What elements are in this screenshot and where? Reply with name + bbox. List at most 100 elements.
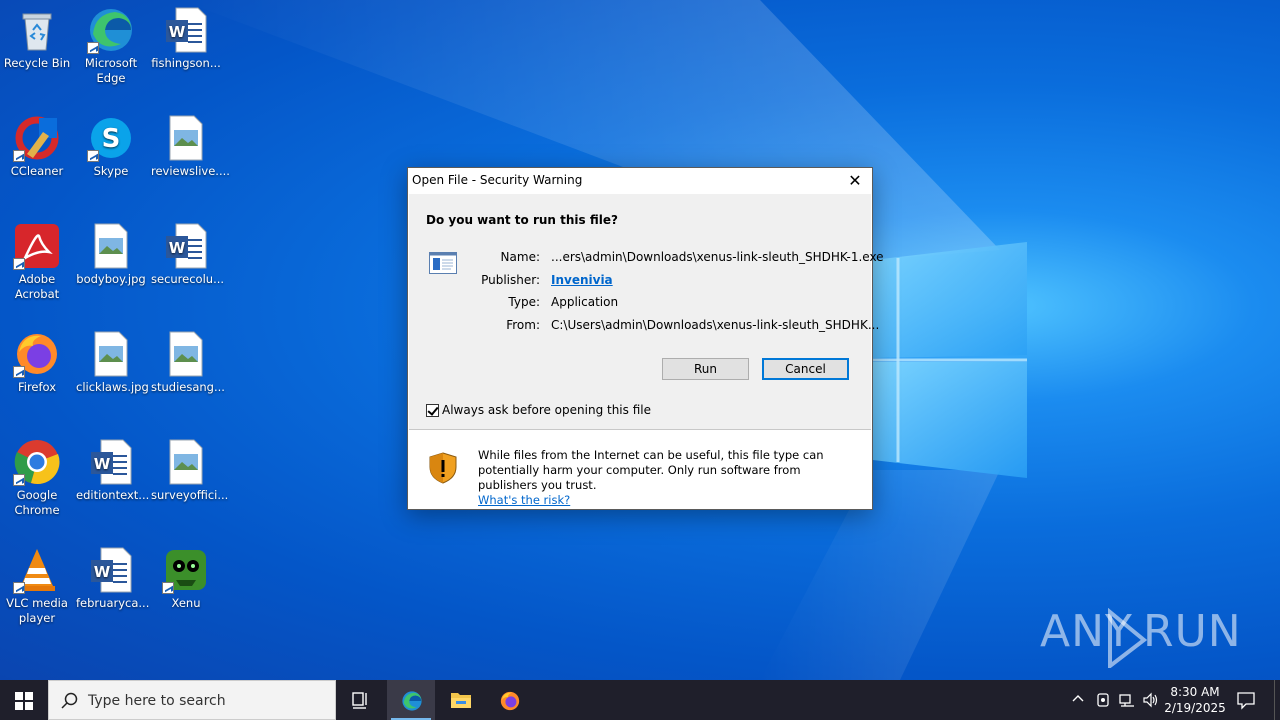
image-file-icon [169, 439, 203, 485]
shortcut-arrow-icon [13, 150, 25, 162]
desktop-icon-label: Microsoft Edge [84, 56, 138, 85]
notification-center-icon[interactable] [1236, 690, 1256, 710]
volume-button[interactable] [1143, 692, 1159, 712]
search-placeholder: Type here to search [88, 693, 226, 709]
desktop-icon-studiesang[interactable]: studiesang... [149, 326, 225, 395]
svg-text:W: W [94, 563, 111, 581]
shortcut-arrow-icon [13, 258, 25, 270]
desktop-icon-clicklaws[interactable]: clicklaws.jpg [74, 326, 149, 395]
close-button[interactable]: ✕ [838, 168, 872, 194]
taskbar-edge-button[interactable] [387, 680, 435, 720]
desktop-icon-adobe-acrobat[interactable]: Adobe Acrobat [0, 218, 74, 302]
dialog-content: Do you want to run this file? Name: ...e… [409, 194, 884, 429]
svg-text:S: S [102, 124, 121, 154]
desktop-icon-label: Recycle Bin [3, 56, 71, 70]
shortcut-arrow-icon [13, 366, 25, 378]
file-name-row: Name: ...ers\admin\Downloads\xenus-link-… [409, 250, 884, 268]
play-logo-icon [1108, 608, 1148, 668]
warning-panel: While files from the Internet can be use… [409, 430, 871, 509]
run-button[interactable]: Run [662, 358, 749, 380]
desktop-icon-label: studiesang... [151, 380, 225, 394]
desktop-icon-reviewslive[interactable]: reviewslive.... [149, 110, 230, 179]
publisher-row: Publisher: Invenivia [409, 273, 871, 291]
show-hidden-icons-button[interactable] [1071, 692, 1085, 710]
desktop-icon-label: Firefox [17, 380, 57, 394]
image-file-icon [169, 331, 203, 377]
publisher-link[interactable]: Invenivia [551, 273, 613, 287]
svg-text:W: W [94, 455, 111, 473]
from-value: C:\Users\admin\Downloads\xenus-link-sleu… [551, 318, 880, 332]
chevron-up-icon [1072, 695, 1084, 702]
image-file-icon [94, 223, 128, 269]
desktop-icon-label: surveyoffici... [151, 488, 229, 502]
taskbar-clock[interactable]: 8:30 AM 2/19/2025 [1160, 684, 1230, 716]
checkbox-checked-icon[interactable] [426, 404, 439, 417]
desktop-icon-label: februaryca... [76, 596, 150, 610]
security-shield-icon [429, 452, 457, 484]
desktop-icon-ccleaner[interactable]: CCleaner [0, 110, 74, 179]
desktop-icon-editiontext[interactable]: W editiontext... [74, 434, 150, 503]
shortcut-arrow-icon [13, 582, 25, 594]
edge-icon [402, 691, 422, 711]
whats-the-risk-link[interactable]: What's the risk? [478, 493, 570, 507]
tray-app-button[interactable] [1095, 692, 1111, 712]
svg-text:W: W [169, 23, 186, 41]
desktop-icon-google-chrome[interactable]: Google Chrome [0, 434, 74, 518]
desktop-icon-label: bodyboy.jpg [76, 272, 146, 286]
word-document-icon: W [166, 7, 207, 53]
from-label: From: [506, 318, 540, 332]
desktop-icon-fishingson[interactable]: W fishingson... [149, 2, 223, 71]
taskbar: Type here to search 8:30 AM 2/19/2025 [0, 680, 1280, 720]
network-icon [1119, 694, 1134, 707]
image-file-icon [169, 115, 203, 161]
desktop-icon-label: reviewslive.... [151, 164, 230, 178]
volume-icon [1143, 692, 1158, 708]
desktop-icon-vlc[interactable]: VLC media player [0, 542, 74, 626]
dialog-question: Do you want to run this file? [426, 213, 618, 227]
shortcut-arrow-icon [87, 150, 99, 162]
dialog-titlebar[interactable]: Open File - Security Warning ✕ [408, 168, 872, 194]
svg-text:W: W [169, 239, 186, 257]
taskbar-firefox-button[interactable] [485, 680, 533, 720]
word-document-icon: W [91, 547, 132, 593]
type-label: Type: [508, 295, 540, 309]
device-icon [1097, 693, 1109, 707]
desktop-icon-februaryca[interactable]: W februaryca... [74, 542, 150, 611]
shortcut-arrow-icon [87, 42, 99, 54]
task-view-button[interactable] [336, 680, 384, 720]
from-row: From: C:\Users\admin\Downloads\xenus-lin… [409, 318, 879, 336]
watermark-run-text: RUN [1143, 606, 1242, 657]
publisher-label: Publisher: [481, 273, 540, 287]
desktop-icon-label: CCleaner [10, 164, 64, 178]
type-row: Type: Application [409, 295, 871, 313]
start-button[interactable] [0, 680, 48, 720]
desktop-icon-firefox[interactable]: Firefox [0, 326, 74, 395]
taskbar-search-box[interactable]: Type here to search [48, 680, 336, 720]
desktop-icon-surveyoffici[interactable]: surveyoffici... [149, 434, 229, 503]
desktop-icon-securecolu[interactable]: W securecolu... [149, 218, 225, 287]
taskbar-file-explorer-button[interactable] [436, 680, 484, 720]
desktop-icon-label: VLC media player [6, 596, 68, 625]
desktop-icon-label: Adobe Acrobat [14, 272, 60, 301]
security-warning-dialog: Open File - Security Warning ✕ Do you wa… [407, 167, 884, 510]
dialog-title: Open File - Security Warning [412, 173, 583, 187]
cancel-button[interactable]: Cancel [762, 358, 849, 380]
warning-message: While files from the Internet can be use… [478, 448, 824, 492]
desktop-icon-label: editiontext... [76, 488, 150, 502]
desktop-icon-label: clicklaws.jpg [76, 380, 149, 394]
clock-time: 8:30 AM [1170, 685, 1220, 699]
desktop-icon-label: fishingson... [151, 56, 221, 70]
search-icon [61, 692, 78, 709]
show-desktop-button[interactable] [1274, 680, 1280, 720]
desktop-icon-bodyboy[interactable]: bodyboy.jpg [74, 218, 148, 287]
folder-icon [451, 693, 471, 708]
desktop-icon-label: securecolu... [151, 272, 225, 286]
desktop-icon-skype[interactable]: S Skype [74, 110, 148, 179]
recycle-bin-icon [22, 13, 52, 51]
network-button[interactable] [1119, 692, 1135, 712]
desktop-icon-microsoft-edge[interactable]: Microsoft Edge [74, 2, 148, 86]
desktop-icon-xenu[interactable]: Xenu [149, 542, 223, 611]
shortcut-arrow-icon [13, 474, 25, 486]
desktop-icon-recycle-bin[interactable]: Recycle Bin [0, 2, 74, 71]
shortcut-arrow-icon [162, 582, 174, 594]
